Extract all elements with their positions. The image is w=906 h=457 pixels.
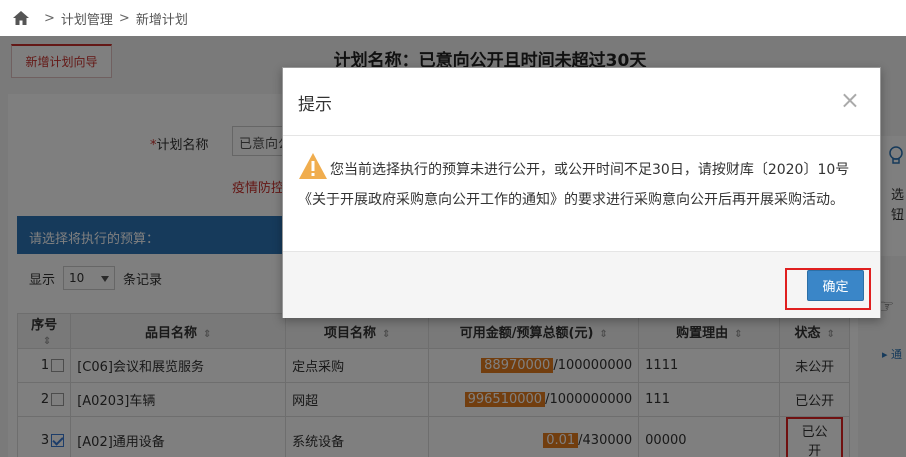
- breadcrumb-separator: >: [118, 10, 130, 26]
- home-icon[interactable]: [12, 10, 30, 26]
- modal-title: 提示: [298, 95, 332, 115]
- warning-icon: [298, 152, 328, 188]
- close-icon[interactable]: ×: [840, 86, 860, 114]
- breadcrumb-item-plan-management[interactable]: 计划管理: [61, 9, 113, 28]
- alert-modal: 提示 × 您当前选择执行的预算未进行公开，或公开时间不足30日，请按财库〔202…: [282, 67, 881, 318]
- modal-header: 提示 ×: [283, 68, 880, 136]
- breadcrumb-item-new-plan: 新增计划: [135, 12, 188, 28]
- breadcrumb-separator: >: [44, 10, 55, 26]
- modal-body: 您当前选择执行的预算未进行公开，或公开时间不足30日，请按财库〔2020〕10号…: [283, 136, 880, 251]
- confirm-highlight-box: [785, 268, 871, 310]
- modal-message: 您当前选择执行的预算未进行公开，或公开时间不足30日，请按财库〔2020〕10号…: [298, 162, 850, 208]
- breadcrumb: > 计划管理 > 新增计划: [0, 0, 906, 36]
